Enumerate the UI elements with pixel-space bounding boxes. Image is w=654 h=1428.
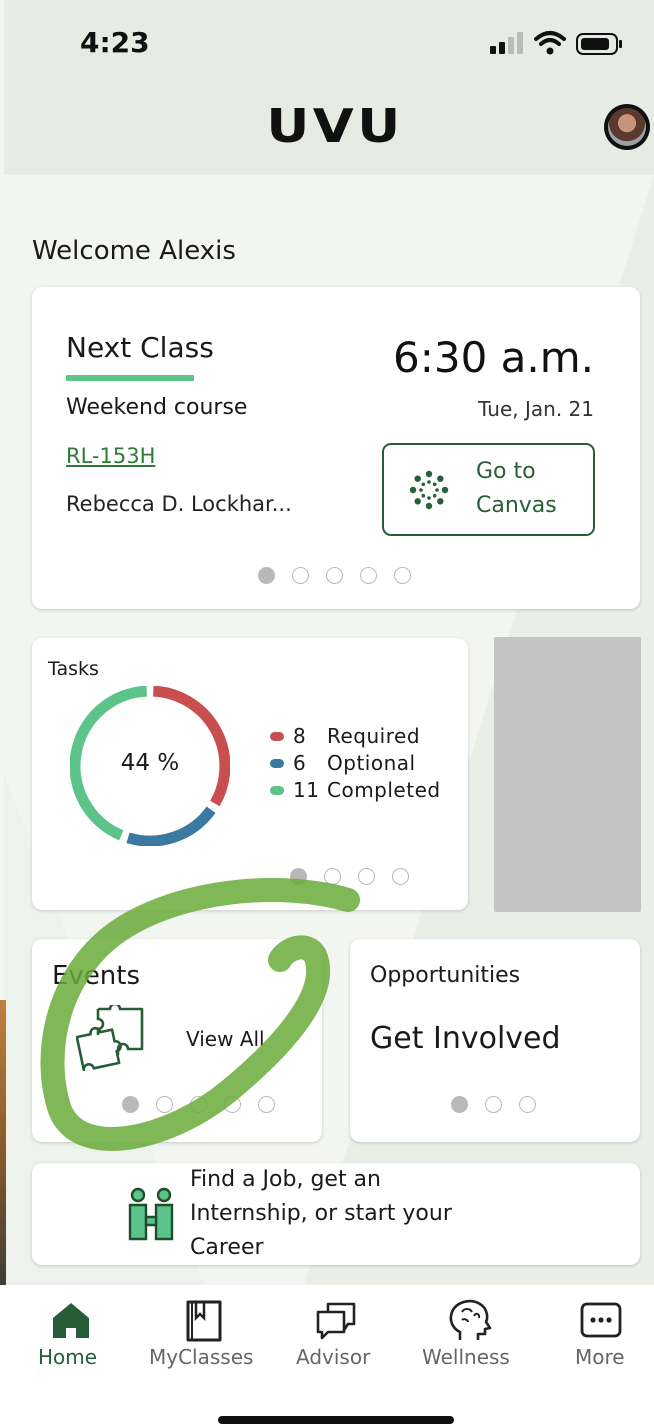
room-link[interactable]: RL-153H (66, 444, 155, 468)
status-time: 4:23 (80, 26, 150, 59)
legend-optional: 6 Optional (270, 751, 416, 775)
pager-dot[interactable] (156, 1096, 173, 1113)
class-date: Tue, Jan. 21 (478, 397, 594, 421)
background-photo-strip (0, 1000, 6, 1295)
brain-icon (449, 1299, 492, 1340)
next-class-pager[interactable] (258, 567, 428, 584)
pager-dot[interactable] (394, 567, 411, 584)
opportunities-pager[interactable] (451, 1096, 553, 1113)
placeholder-card[interactable] (494, 637, 641, 912)
tasks-card[interactable]: Tasks 44 % 8 Required 6 Optional 11 Comp… (32, 638, 468, 910)
nav-advisor-label[interactable]: Advisor (296, 1345, 370, 1369)
wifi-icon (534, 30, 566, 56)
opportunities-title: Opportunities (370, 963, 521, 988)
pager-dot[interactable] (360, 567, 377, 584)
more-icon (580, 1302, 622, 1338)
uvu-logo: UVU (266, 99, 404, 153)
legend-swatch (270, 785, 284, 795)
avatar[interactable] (604, 104, 650, 150)
next-class-underline (66, 375, 194, 381)
required-count: 8 (293, 724, 307, 748)
canvas-button-line2: Canvas (476, 493, 557, 518)
signal-icon (490, 32, 524, 54)
handshake-icon (128, 1187, 174, 1241)
instructor-name: Rebecca D. Lockhar... (66, 492, 292, 516)
puzzle-icon (75, 1002, 146, 1072)
next-class-time: 6:30 a.m. (392, 333, 594, 382)
optional-count: 6 (293, 751, 307, 775)
nav-myclasses-label[interactable]: MyClasses (149, 1345, 253, 1369)
pager-dot[interactable] (358, 868, 375, 885)
events-card[interactable]: Events View All (32, 939, 322, 1142)
canvas-icon (408, 469, 450, 511)
book-icon (186, 1300, 222, 1342)
legend-completed: 11 Completed (270, 778, 441, 802)
completed-label: Completed (327, 778, 441, 802)
home-icon (53, 1303, 89, 1338)
pager-dot[interactable] (326, 567, 343, 584)
battery-icon (576, 32, 624, 56)
pager-dot[interactable] (451, 1096, 468, 1113)
events-view-all-link[interactable]: View All (186, 1027, 265, 1051)
tasks-percent: 44 % (120, 750, 180, 776)
optional-label: Optional (327, 751, 416, 775)
home-indicator[interactable] (218, 1416, 454, 1424)
nav-more-label[interactable]: More (575, 1345, 625, 1369)
events-title: Events (52, 961, 141, 991)
events-pager[interactable] (122, 1096, 292, 1113)
legend-swatch (270, 758, 284, 768)
welcome-text: Welcome Alexis (32, 236, 236, 266)
opportunities-card[interactable]: Opportunities Get Involved (350, 939, 640, 1142)
career-line1: Find a Job, get an (190, 1167, 381, 1192)
pager-dot[interactable] (519, 1096, 536, 1113)
required-label: Required (327, 724, 421, 748)
pager-dot[interactable] (290, 868, 307, 885)
tasks-title: Tasks (48, 658, 99, 680)
canvas-button-line1: Go to (476, 459, 536, 484)
pager-dot[interactable] (258, 567, 275, 584)
career-line3: Career (190, 1235, 264, 1260)
pager-dot[interactable] (324, 868, 341, 885)
career-line2: Internship, or start your (190, 1201, 452, 1226)
chat-icon (316, 1302, 356, 1340)
legend-required: 8 Required (270, 724, 420, 748)
next-class-title: Next Class (66, 331, 214, 364)
pager-dot[interactable] (485, 1096, 502, 1113)
course-name: Weekend course (66, 395, 248, 420)
go-to-canvas-button[interactable]: Go to Canvas (382, 443, 595, 536)
pager-dot[interactable] (122, 1096, 139, 1113)
legend-swatch (270, 731, 284, 741)
pager-dot[interactable] (292, 567, 309, 584)
career-card[interactable]: Find a Job, get an Internship, or start … (32, 1163, 640, 1265)
pager-dot[interactable] (258, 1096, 275, 1113)
pager-dot[interactable] (224, 1096, 241, 1113)
nav-wellness-label[interactable]: Wellness (422, 1345, 510, 1369)
tasks-donut-chart: 44 % (69, 685, 231, 847)
tasks-pager[interactable] (290, 868, 426, 885)
pager-dot[interactable] (392, 868, 409, 885)
opportunities-headline: Get Involved (370, 1021, 561, 1056)
nav-home-label[interactable]: Home (38, 1345, 97, 1369)
completed-count: 11 (293, 778, 320, 802)
next-class-card[interactable]: Next Class 6:30 a.m. Weekend course Tue,… (32, 287, 640, 609)
pager-dot[interactable] (190, 1096, 207, 1113)
